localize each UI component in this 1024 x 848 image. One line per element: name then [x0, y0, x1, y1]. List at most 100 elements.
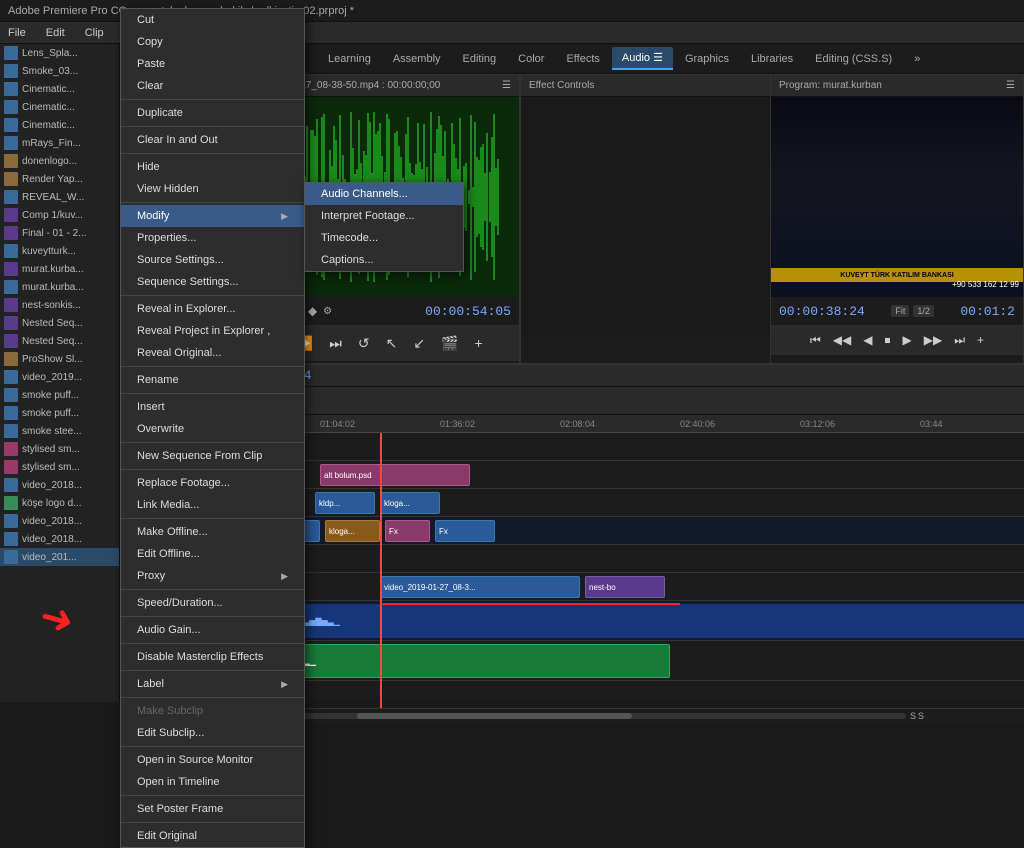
fit-dropdown[interactable]: Fit [891, 305, 909, 317]
ctx-hide[interactable]: Hide [121, 156, 304, 178]
ctx-rename[interactable]: Rename [121, 369, 304, 391]
settings-btn[interactable]: ⚙ [323, 306, 332, 317]
ctx-open-timeline[interactable]: Open in Timeline [121, 771, 304, 793]
ctx-proxy[interactable]: Proxy▶ [121, 565, 304, 587]
tab-learning[interactable]: Learning [318, 49, 381, 69]
clip-block[interactable]: Fx [435, 520, 495, 542]
ctx-make-offline[interactable]: Make Offline... [121, 521, 304, 543]
ctx-reveal-project[interactable]: Reveal Project in Explorer , [121, 320, 304, 342]
ctx-overwrite[interactable]: Overwrite [121, 418, 304, 440]
ctx-edit-subclip[interactable]: Edit Subclip... [121, 722, 304, 744]
clip-block[interactable]: nest-bo [585, 576, 665, 598]
list-item[interactable]: kuveytturk... [0, 242, 119, 260]
menu-edit[interactable]: Edit [42, 25, 69, 41]
ctx-reveal-original[interactable]: Reveal Original... [121, 342, 304, 364]
ctx-duplicate[interactable]: Duplicate [121, 102, 304, 124]
list-item[interactable]: Render Yap... [0, 170, 119, 188]
ctx-new-sequence[interactable]: New Sequence From Clip [121, 445, 304, 467]
scroll-end-btn2[interactable]: S [918, 711, 924, 721]
submenu-timecode[interactable]: Timecode... [305, 227, 463, 249]
ctx-clear[interactable]: Clear [121, 75, 304, 97]
insert-btn[interactable]: ↖ [382, 333, 402, 354]
list-item[interactable]: murat.kurba... [0, 278, 119, 296]
prog-play[interactable]: ▶ [899, 331, 916, 349]
tab-effects[interactable]: Effects [556, 49, 609, 69]
ctx-set-poster[interactable]: Set Poster Frame [121, 798, 304, 820]
menu-clip[interactable]: Clip [81, 25, 108, 41]
submenu-interpret-footage[interactable]: Interpret Footage... [305, 205, 463, 227]
prog-plus[interactable]: + [973, 331, 988, 349]
list-item[interactable]: stylised sm... [0, 440, 119, 458]
tab-audio[interactable]: Audio ☰ [612, 47, 673, 70]
source-menu-icon[interactable]: ☰ [502, 80, 511, 91]
tab-libraries[interactable]: Libraries [741, 49, 803, 69]
ctx-replace-footage[interactable]: Replace Footage... [121, 472, 304, 494]
clip-block[interactable]: kloga... [325, 520, 380, 542]
ratio-dropdown[interactable]: 1/2 [913, 305, 934, 317]
scroll-end-btn[interactable]: S [910, 711, 916, 721]
list-item[interactable]: Cinematic... [0, 80, 119, 98]
ctx-link-media[interactable]: Link Media... [121, 494, 304, 516]
add-marker-btn[interactable]: ◆ [308, 304, 317, 318]
list-item[interactable]: smoke puff... [0, 404, 119, 422]
loop-btn[interactable]: ↺ [354, 333, 374, 354]
list-item[interactable]: smoke stee... [0, 422, 119, 440]
list-item[interactable]: stylised sm... [0, 458, 119, 476]
scrollbar-thumb[interactable] [357, 713, 631, 719]
list-item[interactable]: nest-sonkis... [0, 296, 119, 314]
ctx-clear-in-out[interactable]: Clear In and Out [121, 129, 304, 151]
clip-block[interactable]: kloga... [380, 492, 440, 514]
list-item[interactable]: murat.kurba... [0, 260, 119, 278]
list-item[interactable]: Cinematic... [0, 98, 119, 116]
tab-assembly[interactable]: Assembly [383, 49, 451, 69]
submenu-captions[interactable]: Captions... [305, 249, 463, 271]
list-item[interactable]: Comp 1/kuv... [0, 206, 119, 224]
list-item[interactable]: video_2018... [0, 512, 119, 530]
list-item[interactable]: ProShow Sl... [0, 350, 119, 368]
ctx-properties[interactable]: Properties... [121, 227, 304, 249]
prog-stop[interactable]: ⏹ [880, 331, 894, 350]
list-item[interactable]: video_2019... [0, 368, 119, 386]
tab-editing-css[interactable]: Editing (CSS.S) [805, 49, 902, 69]
submenu-audio-channels[interactable]: Audio Channels... [305, 183, 463, 205]
tab-color[interactable]: Color [508, 49, 554, 69]
overwrite-btn[interactable]: ↙ [409, 333, 429, 354]
list-item[interactable]: smoke puff... [0, 386, 119, 404]
ctx-disable-masterclip[interactable]: Disable Masterclip Effects [121, 646, 304, 668]
prog-step-fwd[interactable]: ▶▶ [920, 331, 946, 349]
prog-mark-in[interactable]: ⏮ [806, 331, 825, 350]
ctx-edit-original[interactable]: Edit Original [121, 825, 304, 847]
ctx-insert[interactable]: Insert [121, 396, 304, 418]
list-item[interactable]: Cinematic... [0, 116, 119, 134]
clip-block[interactable]: kldp... [315, 492, 375, 514]
export-btn[interactable]: 🎬 [437, 333, 462, 354]
ctx-paste[interactable]: Paste [121, 53, 304, 75]
list-item[interactable]: mRays_Fin... [0, 134, 119, 152]
ctx-source-settings[interactable]: Source Settings... [121, 249, 304, 271]
list-item[interactable]: donenlogo... [0, 152, 119, 170]
program-menu-icon[interactable]: ☰ [1006, 80, 1015, 91]
list-item[interactable]: video_2018... [0, 530, 119, 548]
prog-mark-out[interactable]: ⏭ [950, 331, 969, 350]
ctx-label[interactable]: Label▶ [121, 673, 304, 695]
list-item[interactable]: Final - 01 - 2... [0, 224, 119, 242]
list-item[interactable]: video_2018... [0, 476, 119, 494]
list-item[interactable]: Lens_Spla... [0, 44, 119, 62]
list-item[interactable]: Nested Seq... [0, 314, 119, 332]
ctx-reveal-explorer[interactable]: Reveal in Explorer... [121, 298, 304, 320]
prog-play-back[interactable]: ◀ [859, 331, 876, 349]
tab-more[interactable]: » [904, 49, 930, 69]
list-item[interactable]: Nested Seq... [0, 332, 119, 350]
clip-block[interactable]: video_2019-01-27_08-3... [380, 576, 580, 598]
plus-btn[interactable]: + [471, 333, 487, 353]
ctx-speed-duration[interactable]: Speed/Duration... [121, 592, 304, 614]
ctx-modify[interactable]: Modify▶ [121, 205, 304, 227]
list-item[interactable]: Smoke_03... [0, 62, 119, 80]
list-item[interactable]: video_201... [0, 548, 119, 566]
ctx-audio-gain[interactable]: Audio Gain... [121, 619, 304, 641]
ctx-copy[interactable]: Copy [121, 31, 304, 53]
ctx-open-source-monitor[interactable]: Open in Source Monitor [121, 749, 304, 771]
tab-editing[interactable]: Editing [453, 49, 507, 69]
clip-block[interactable]: Fx [385, 520, 430, 542]
ctx-edit-offline[interactable]: Edit Offline... [121, 543, 304, 565]
